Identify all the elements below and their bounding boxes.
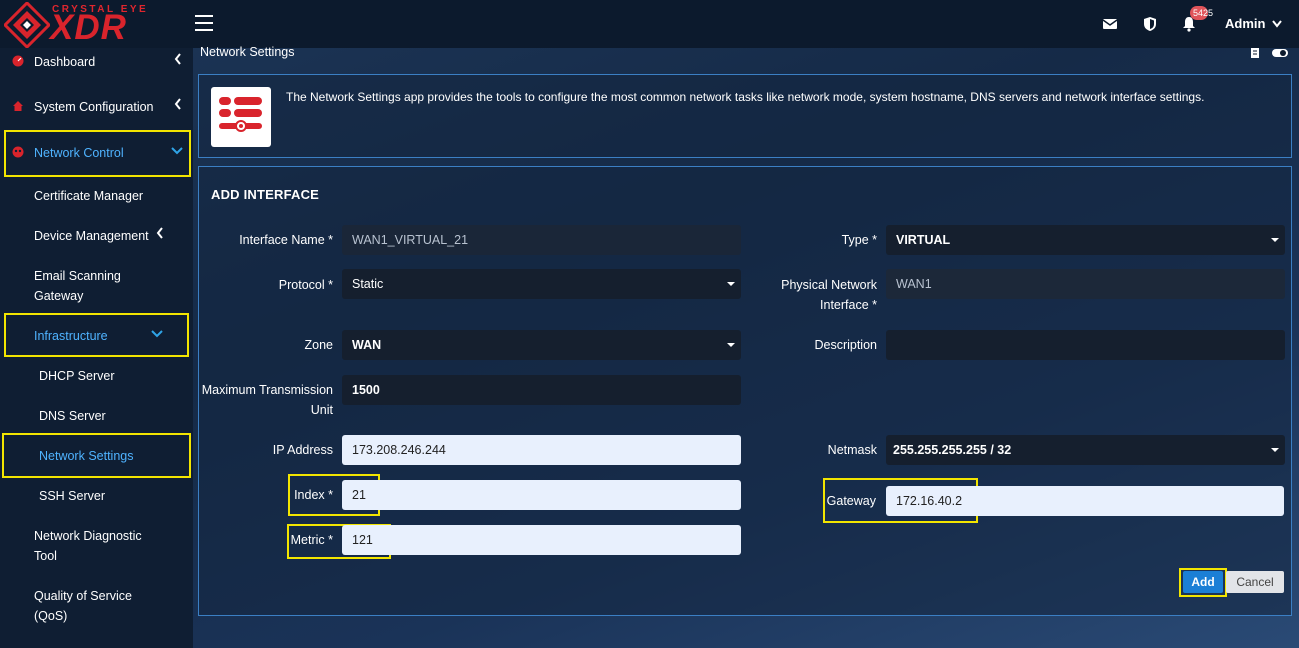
chevron-down-icon [171, 143, 183, 159]
app-info-panel: The Network Settings app provides the to… [198, 74, 1292, 158]
metric-label: Metric * [290, 533, 333, 547]
sidebar-item-label-line2: Gateway [34, 289, 84, 303]
sidebar-item-label-line2: Tool [34, 549, 57, 563]
chevron-left-icon [174, 97, 182, 113]
zone-label: Zone [304, 338, 334, 352]
form-title: ADD INTERFACE [211, 187, 320, 202]
sidebar-item-network-diagnostic-tool[interactable]: Network Diagnostic Tool [0, 526, 193, 566]
sidebar-item-email-scanning-gateway[interactable]: Email Scanning Gateway [0, 266, 193, 306]
sidebar-item-label: Email Scanning [34, 269, 121, 283]
app-description: The Network Settings app provides the to… [286, 90, 1205, 104]
sidebar-item-dashboard[interactable]: Dashboard [0, 52, 193, 72]
sidebar-item-label-line2: (QoS) [34, 609, 68, 623]
crystal-eye-logo-icon [4, 2, 50, 48]
gateway-field[interactable]: 172.16.40.2 [886, 486, 1284, 516]
protocol-value: Static [352, 277, 384, 291]
dashboard-icon [12, 55, 24, 67]
index-field[interactable]: 21 [342, 480, 741, 510]
sidebar-item-label: Network Diagnostic [34, 529, 142, 543]
type-value: VIRTUAL [896, 233, 951, 247]
protocol-label: Protocol * [278, 278, 333, 292]
zone-select[interactable]: WAN [342, 330, 741, 360]
page-title: Network Settings [200, 45, 295, 59]
sidebar-item-infrastructure[interactable]: Infrastructure [0, 326, 193, 346]
mtu-field[interactable]: 1500 [342, 375, 741, 405]
sidebar-item-label: Infrastructure [34, 329, 108, 343]
caret-down-icon [727, 343, 735, 347]
top-bar: CRYSTAL EYE XDR 54 25 Admin [0, 0, 1299, 48]
sidebar-item-quality-of-service[interactable]: Quality of Service (QoS) [0, 586, 193, 626]
netmask-select[interactable]: 255.255.255.255 / 32 [886, 435, 1285, 465]
sidebar-item-dns-server[interactable]: DNS Server [0, 406, 193, 426]
cancel-button[interactable]: Cancel [1226, 571, 1284, 593]
network-settings-app-icon [211, 87, 271, 147]
sidebar-item-device-management[interactable]: Device Management [0, 226, 193, 246]
physical-network-label-line1: Physical Network [781, 278, 877, 292]
sidebar-item-network-control[interactable]: Network Control [0, 143, 193, 163]
notification-count-suffix: 25 [1203, 8, 1214, 18]
sidebar-item-label: Quality of Service [34, 589, 132, 603]
physical-network-interface-field[interactable]: WAN1 [886, 269, 1285, 299]
home-icon [13, 101, 23, 111]
menu-toggle-icon[interactable] [195, 15, 213, 31]
type-select[interactable]: VIRTUAL [886, 225, 1285, 255]
interface-name-field[interactable]: WAN1_VIRTUAL_21 [342, 225, 741, 255]
shield-icon[interactable] [1142, 16, 1158, 32]
chevron-left-icon [156, 226, 164, 242]
sidebar-item-label: Dashboard [34, 55, 96, 69]
description-label: Description [814, 338, 877, 352]
sidebar-item-label: System Configuration [34, 100, 154, 114]
sidebar-item-label: Network Settings [39, 449, 134, 463]
sidebar-item-label: Certificate Manager [34, 189, 144, 203]
sidebar-item-certificate-manager[interactable]: Certificate Manager [0, 186, 193, 206]
mtu-label-line2: Unit [310, 403, 333, 417]
gateway-label: Gateway [826, 494, 876, 508]
report-icon[interactable] [1249, 47, 1261, 59]
description-field[interactable] [886, 330, 1285, 360]
caret-down-icon [1271, 238, 1279, 242]
brand-logo[interactable]: CRYSTAL EYE XDR [0, 0, 190, 48]
sidebar-item-network-settings[interactable]: Network Settings [0, 446, 193, 466]
index-label: Index * [294, 488, 333, 502]
sidebar-item-label: SSH Server [39, 489, 105, 503]
mail-icon[interactable] [1102, 16, 1118, 32]
physical-network-label-line2: Interface * [820, 298, 877, 312]
interface-name-label: Interface Name * [239, 233, 333, 247]
add-button[interactable]: Add [1183, 571, 1223, 593]
sidebar-item-label: DHCP Server [39, 369, 115, 383]
mtu-label-line1: Maximum Transmission [201, 383, 333, 397]
netmask-label: Netmask [827, 443, 877, 457]
sidebar-item-dhcp-server[interactable]: DHCP Server [0, 366, 193, 386]
sidebar-item-ssh-server[interactable]: SSH Server [0, 486, 193, 506]
type-label: Type * [841, 233, 877, 247]
zone-value: WAN [352, 338, 382, 352]
mtu-label: Maximum Transmission Unit [200, 380, 333, 420]
chevron-down-icon [151, 326, 163, 342]
protocol-select[interactable]: Static [342, 269, 741, 299]
caret-down-icon [1271, 448, 1279, 452]
sidebar-item-label: Device Management [34, 229, 149, 243]
chevron-down-icon [1272, 16, 1282, 31]
sidebar-item-label: DNS Server [39, 409, 106, 423]
netmask-value: 255.255.255.255 / 32 [893, 443, 1012, 457]
user-name: Admin [1225, 16, 1266, 31]
brand-main-text: XDR [50, 8, 127, 47]
metric-field[interactable]: 121 [342, 525, 741, 555]
caret-down-icon [727, 282, 735, 286]
network-control-icon [12, 146, 24, 158]
ip-address-label: IP Address [272, 443, 333, 457]
toggle-icon[interactable] [1271, 47, 1289, 59]
chevron-left-icon [174, 52, 182, 68]
user-menu[interactable]: Admin [1225, 16, 1282, 31]
sidebar-item-system-configuration[interactable]: System Configuration [0, 97, 193, 117]
physical-network-interface-label: Physical Network Interface * [760, 275, 877, 315]
ip-address-field[interactable]: 173.208.246.244 [342, 435, 741, 465]
sidebar-item-label: Network Control [34, 146, 124, 160]
